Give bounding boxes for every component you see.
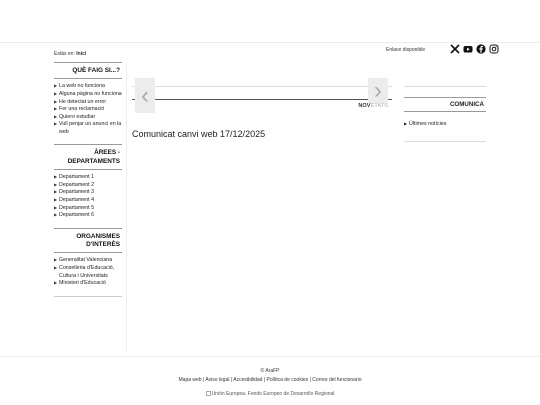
instagram-icon[interactable]	[489, 44, 499, 54]
carousel-label-bold: NOV	[358, 103, 371, 109]
sidebar-link[interactable]: Quiero estudiar	[54, 114, 122, 122]
footer-divider	[0, 356, 540, 357]
sidebar-link[interactable]: Vull penjar un anunci en la web	[54, 121, 122, 136]
sidebar-link[interactable]: Departament 5	[54, 205, 122, 213]
breadcrumb-prefix: Estàs en:	[54, 51, 75, 57]
right-panel-heading: COMUNICA	[404, 97, 486, 112]
footer-links[interactable]: Mapa web | Aviso legal | Accesibilidad |…	[0, 377, 540, 383]
sidebar-link[interactable]: Departament 4	[54, 197, 122, 205]
sidebar-heading-arees: ÀREES - DEPARTAMENTS	[54, 144, 122, 171]
sidebar-link[interactable]: Fer una reclamació	[54, 106, 122, 114]
sidebar-link[interactable]: Departament 2	[54, 182, 122, 190]
sidebar-link[interactable]: Generalitat Valenciana	[54, 257, 122, 265]
sidebar-link[interactable]: Departament 6	[54, 212, 122, 220]
x-icon[interactable]	[450, 44, 460, 54]
sidebar-link[interactable]: He detectat un error	[54, 99, 122, 107]
footer-copyright: © AraFP	[260, 368, 280, 374]
sidebar-list-organismes: Generalitat Valenciana Conselleria d'Edu…	[54, 257, 122, 287]
header-divider	[0, 42, 540, 43]
carousel-label-light: ETATS	[370, 103, 388, 109]
enlace-disponible-link[interactable]: Enlace disponible	[386, 47, 425, 53]
sidebar-link[interactable]: Conselleria d'Educació, Cultura i Univer…	[54, 265, 122, 280]
sidebar: QUÈ FAIG SI...? La web no funciona Algun…	[54, 62, 122, 297]
chevron-left-icon: ‹	[141, 81, 149, 109]
sidebar-heading-que-faig: QUÈ FAIG SI...?	[54, 62, 122, 80]
facebook-icon[interactable]	[476, 44, 486, 54]
eu-logo-alt: Unión Europea. Fondo Europeo de Desarrol…	[211, 391, 335, 397]
news-carousel: ‹ › NOVETATS	[132, 78, 392, 114]
eu-logo: Unión Europea. Fondo Europeo de Desarrol…	[0, 391, 540, 397]
carousel-prev-button[interactable]: ‹	[135, 78, 155, 113]
chevron-right-icon: ›	[374, 76, 382, 104]
breadcrumb-current[interactable]: Inici	[76, 51, 86, 57]
news-title[interactable]: Comunicat canvi web 17/12/2025	[132, 129, 265, 139]
right-panel: COMUNICA Últimes notícies	[404, 86, 486, 142]
right-panel-top-rule	[404, 86, 486, 87]
youtube-icon[interactable]	[463, 44, 473, 54]
sidebar-list-que-faig: La web no funciona Alguna pàgina no func…	[54, 83, 122, 136]
right-panel-link[interactable]: Últimes notícies	[404, 121, 486, 127]
breadcrumb: Estàs en: Inici	[54, 51, 86, 57]
carousel-top-rule	[132, 86, 392, 87]
broken-image-icon	[205, 391, 211, 397]
sidebar-link[interactable]: Departament 1	[54, 174, 122, 182]
sidebar-link[interactable]: Departament 3	[54, 189, 122, 197]
sidebar-heading-organismes: ORGANISMES D'INTERÈS	[54, 227, 122, 254]
sidebar-link[interactable]: Alguna pàgina no funciona	[54, 91, 122, 99]
sidebar-list-arees: Departament 1 Departament 2 Departament …	[54, 174, 122, 220]
carousel-rule	[132, 99, 392, 100]
social-links	[450, 44, 499, 54]
sidebar-link[interactable]: La web no funciona	[54, 83, 122, 91]
column-divider	[126, 62, 127, 352]
carousel-next-button[interactable]: ›	[368, 78, 388, 103]
sidebar-link[interactable]: Ministeri d'Educació	[54, 280, 122, 288]
carousel-label: NOVETATS	[358, 103, 388, 109]
right-panel-divider	[404, 141, 486, 142]
sidebar-divider	[54, 295, 122, 297]
